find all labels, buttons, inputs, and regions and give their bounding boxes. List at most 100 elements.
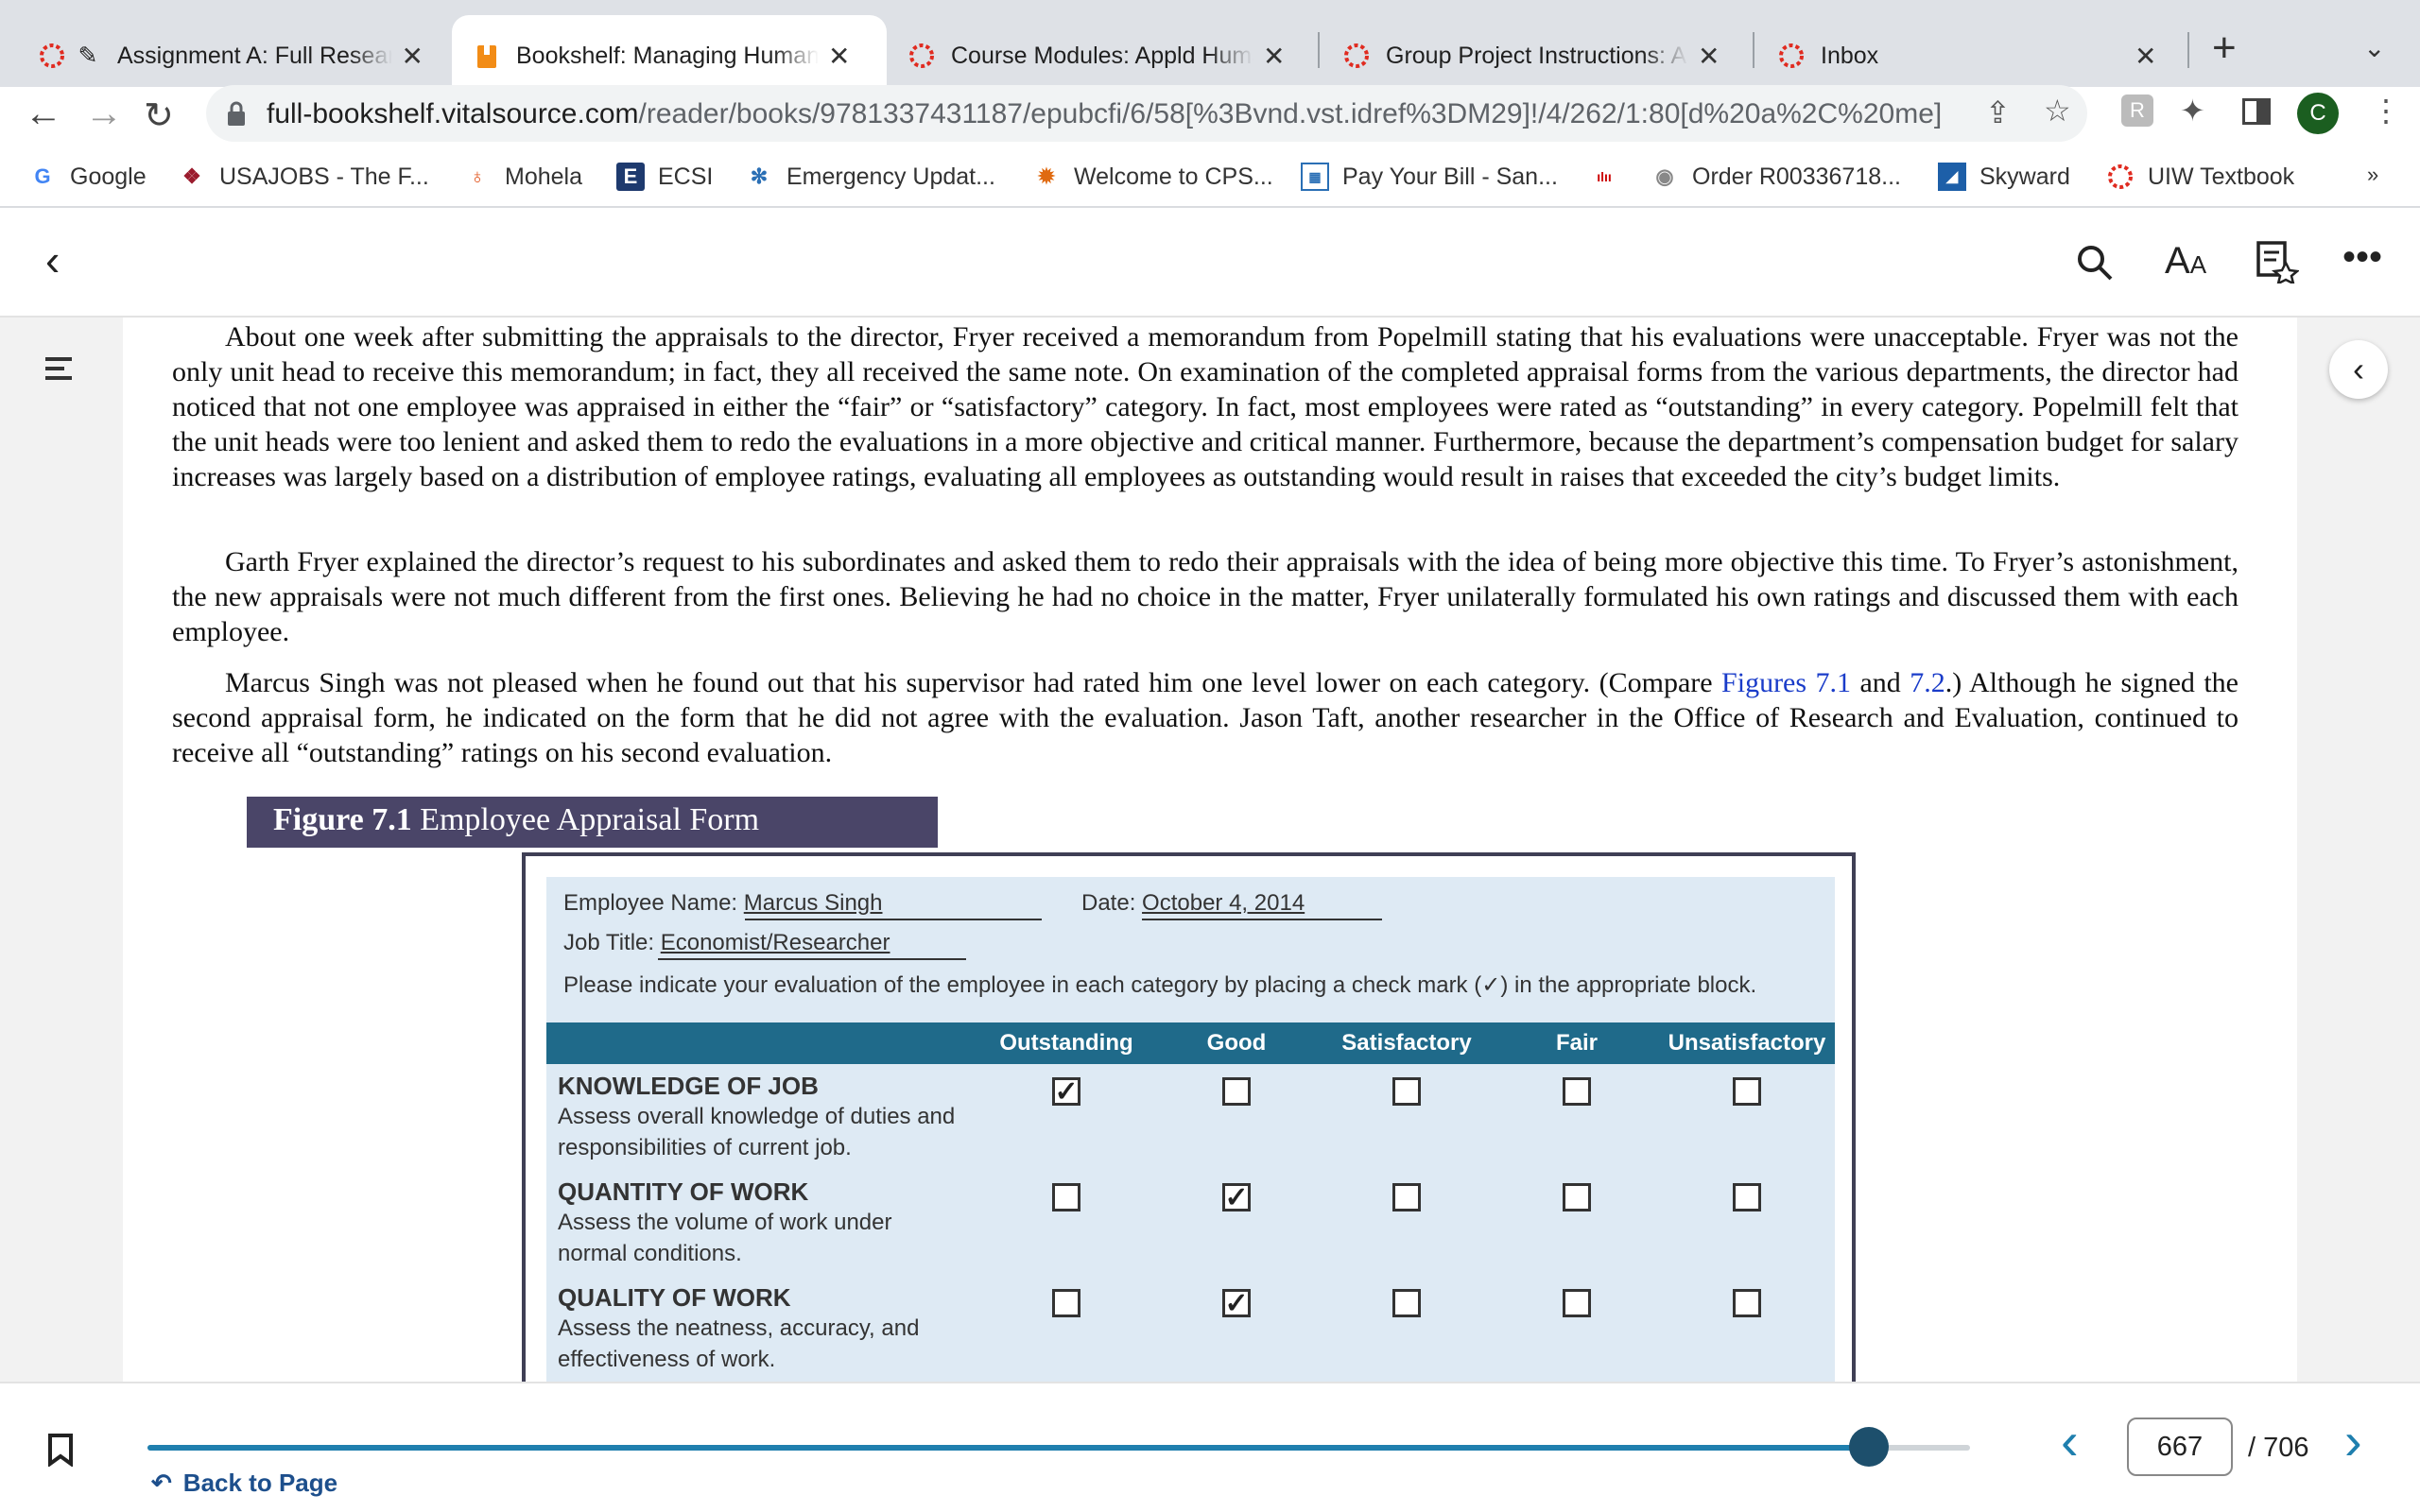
- bookmark-ecsi[interactable]: E ECSI: [616, 163, 713, 191]
- rating-checkbox: [1563, 1077, 1591, 1106]
- prev-page-chevron-icon[interactable]: ‹: [2061, 1410, 2079, 1471]
- close-icon[interactable]: ✕: [1263, 41, 1285, 72]
- rating-checkbox: ✓: [1052, 1076, 1080, 1108]
- close-icon[interactable]: ✕: [2135, 41, 2156, 72]
- bookmark-cps[interactable]: ✹ Welcome to CPS...: [1032, 163, 1273, 191]
- toc-menu-icon[interactable]: [45, 355, 72, 382]
- close-icon[interactable]: ✕: [402, 41, 424, 72]
- more-options-icon[interactable]: •••: [2342, 236, 2382, 279]
- bookmark-icon[interactable]: [47, 1433, 74, 1467]
- column-outstanding: Outstanding: [999, 1030, 1133, 1056]
- underline: [1142, 919, 1382, 920]
- underline: [745, 919, 1042, 920]
- category-quality-of-work: QUALITY OF WORK Assess the neatness, acc…: [558, 1283, 920, 1372]
- extension-r-icon[interactable]: R: [2121, 94, 2153, 127]
- lock-icon: [228, 101, 245, 126]
- rating-checkbox: [1052, 1289, 1080, 1317]
- rating-checkbox: [1392, 1289, 1421, 1317]
- page-progress-track[interactable]: [147, 1427, 1970, 1467]
- search-icon[interactable]: [2076, 244, 2114, 282]
- figure-7-2-link[interactable]: 7.2: [1910, 667, 1945, 698]
- employee-name-field: Employee Name: Marcus Singh: [563, 890, 883, 916]
- cisco-icon: ılıı: [1597, 169, 1612, 184]
- rating-checkbox: ✓: [1222, 1288, 1251, 1319]
- canvas-icon: [908, 42, 936, 70]
- column-satisfactory: Satisfactory: [1341, 1030, 1472, 1056]
- mohela-icon: ♁: [469, 164, 486, 188]
- category-quantity-of-work: QUANTITY OF WORK Assess the volume of wo…: [558, 1177, 892, 1266]
- bookmarks-overflow[interactable]: »: [2367, 163, 2378, 187]
- back-icon[interactable]: ←: [25, 93, 62, 135]
- bookmark-skyward[interactable]: ◢ Skyward: [1938, 163, 2070, 191]
- rating-checkbox: [1222, 1077, 1251, 1106]
- figure-caption: Figure 7.1 Employee Appraisal Form: [247, 797, 938, 848]
- avatar[interactable]: C: [2297, 93, 2339, 134]
- bookmark-order[interactable]: ◉ Order R00336718...: [1651, 163, 1901, 191]
- rating-checkbox: [1733, 1289, 1761, 1317]
- sidepanel-icon[interactable]: [2242, 98, 2271, 125]
- forward-icon[interactable]: →: [85, 93, 123, 135]
- pencil-icon: ✎: [78, 43, 98, 69]
- underline: [658, 958, 966, 960]
- paragraph-3: Marcus Singh was not pleased when he fou…: [172, 667, 2238, 768]
- page-progress-handle[interactable]: [1849, 1427, 1890, 1467]
- figure-7-1-link[interactable]: Figures 7.1: [1721, 667, 1851, 698]
- form-instruction: Please indicate your evaluation of the e…: [563, 972, 1757, 998]
- paragraph-1: About one week after submitting the appr…: [172, 321, 2238, 492]
- kebab-menu-icon[interactable]: ⋮: [2371, 93, 2401, 129]
- canvas-icon: [38, 42, 66, 70]
- bill-icon: ▦: [1301, 163, 1329, 191]
- column-good: Good: [1206, 1030, 1267, 1056]
- job-title-field: Job Title: Economist/Researcher: [563, 930, 890, 955]
- appraisal-form-figure: Employee Name: Marcus Singh Date: Octobe…: [522, 852, 1856, 1382]
- bookshelf-icon: [473, 42, 501, 70]
- close-icon[interactable]: ✕: [828, 41, 850, 72]
- appraisal-form: Employee Name: Marcus Singh Date: Octobe…: [546, 877, 1835, 1382]
- back-to-page-link[interactable]: ↶ Back to Page: [151, 1469, 337, 1498]
- bookmark-usajobs[interactable]: ❖ USAJOBS - The F...: [178, 163, 429, 191]
- close-icon[interactable]: ✕: [1698, 41, 1720, 72]
- page-number-input[interactable]: 667: [2127, 1418, 2233, 1476]
- bookmark-mohela[interactable]: ♁ Mohela: [463, 163, 582, 191]
- url-text[interactable]: full-bookshelf.vitalsource.com/reader/bo…: [267, 98, 1942, 130]
- new-tab-button[interactable]: +: [2212, 25, 2237, 72]
- star-icon[interactable]: ☆: [2044, 93, 2071, 129]
- bookmark-emergency[interactable]: ✻ Emergency Updat...: [745, 163, 995, 191]
- tab-separator: [1753, 32, 1754, 68]
- skyward-icon: ◢: [1938, 163, 1966, 191]
- rating-checkbox: [1733, 1077, 1761, 1106]
- bookmark-uiw[interactable]: UIW Textbook: [2106, 163, 2294, 191]
- puzzle-icon[interactable]: ✦: [2180, 93, 2205, 129]
- url-path: /reader/books/9781337431187/epubcfi/6/58…: [638, 98, 1943, 129]
- bookmark-cisco[interactable]: ılıı: [1590, 163, 1632, 191]
- reader-back-chevron-icon[interactable]: ‹: [45, 234, 60, 285]
- date-field: Date: October 4, 2014: [1081, 890, 1305, 916]
- paragraph-2: Garth Fryer explained the director’s req…: [172, 546, 2238, 647]
- share-icon[interactable]: ⇪: [1985, 94, 2011, 130]
- page-progress-fill: [147, 1445, 1870, 1451]
- undo-arrow-icon: ↶: [151, 1469, 172, 1497]
- tab-separator: [1318, 32, 1320, 68]
- text-size-icon[interactable]: AA: [2165, 240, 2206, 283]
- rating-checkbox: [1563, 1183, 1591, 1211]
- next-page-chevron-icon[interactable]: ›: [2344, 1410, 2362, 1471]
- canvas-icon: [1342, 42, 1371, 70]
- snowflake-icon: ✻: [750, 164, 769, 188]
- rating-checkbox: [1392, 1077, 1421, 1106]
- reader-body: ‹ About one week after submitting the ap…: [0, 318, 2420, 1382]
- bookmark-pay-bill[interactable]: ▦ Pay Your Bill - San...: [1301, 163, 1558, 191]
- cps-icon: ✹: [1037, 164, 1056, 188]
- rating-header-row: Outstanding Good Satisfactory Fair Unsat…: [546, 1022, 1835, 1064]
- category-knowledge-of-job: KNOWLEDGE OF JOB Assess overall knowledg…: [558, 1072, 956, 1160]
- notes-icon[interactable]: [2256, 240, 2299, 284]
- panel-collapse-button[interactable]: ‹: [2329, 340, 2388, 399]
- order-icon: ◉: [1655, 164, 1674, 188]
- reader-header: ‹ AA •••: [0, 210, 2420, 318]
- rating-checkbox: [1052, 1183, 1080, 1211]
- bookmark-google[interactable]: G Google: [28, 163, 146, 191]
- bookmarks-bar: G Google ❖ USAJOBS - The F... ♁ Mohela E ECS…: [0, 151, 2420, 208]
- tab-search-chevron-icon[interactable]: ⌄: [2363, 32, 2385, 63]
- usajobs-icon: ❖: [182, 164, 201, 188]
- google-icon: G: [34, 164, 51, 188]
- reload-icon[interactable]: ↻: [144, 94, 174, 137]
